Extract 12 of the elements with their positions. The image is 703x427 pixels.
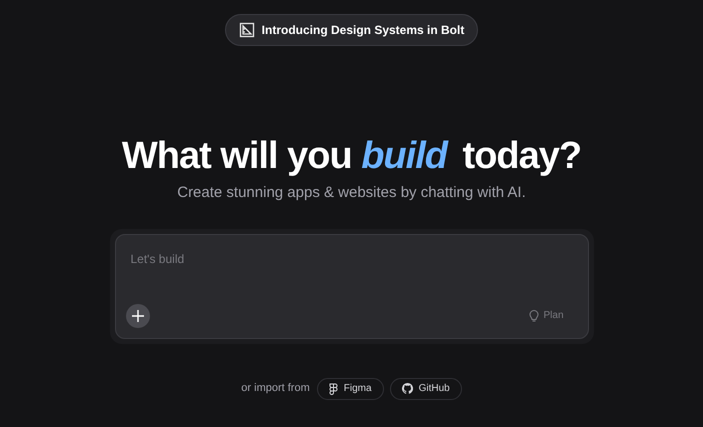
lightbulb-icon bbox=[529, 310, 540, 322]
announcement-pill[interactable]: Introducing Design Systems in Bolt bbox=[224, 14, 478, 46]
add-button[interactable] bbox=[126, 304, 150, 328]
ruler-icon bbox=[238, 22, 255, 38]
plus-icon bbox=[132, 310, 144, 322]
subtitle: Create stunning apps & websites by chatting with AI. bbox=[177, 183, 526, 203]
github-icon bbox=[402, 383, 413, 394]
figma-icon bbox=[328, 382, 338, 394]
import-button[interactable]: GitHub bbox=[390, 378, 462, 400]
headline: What will you build today? bbox=[122, 134, 582, 179]
import-label: or import from bbox=[241, 381, 310, 396]
import-button[interactable]: Figma bbox=[316, 378, 384, 400]
